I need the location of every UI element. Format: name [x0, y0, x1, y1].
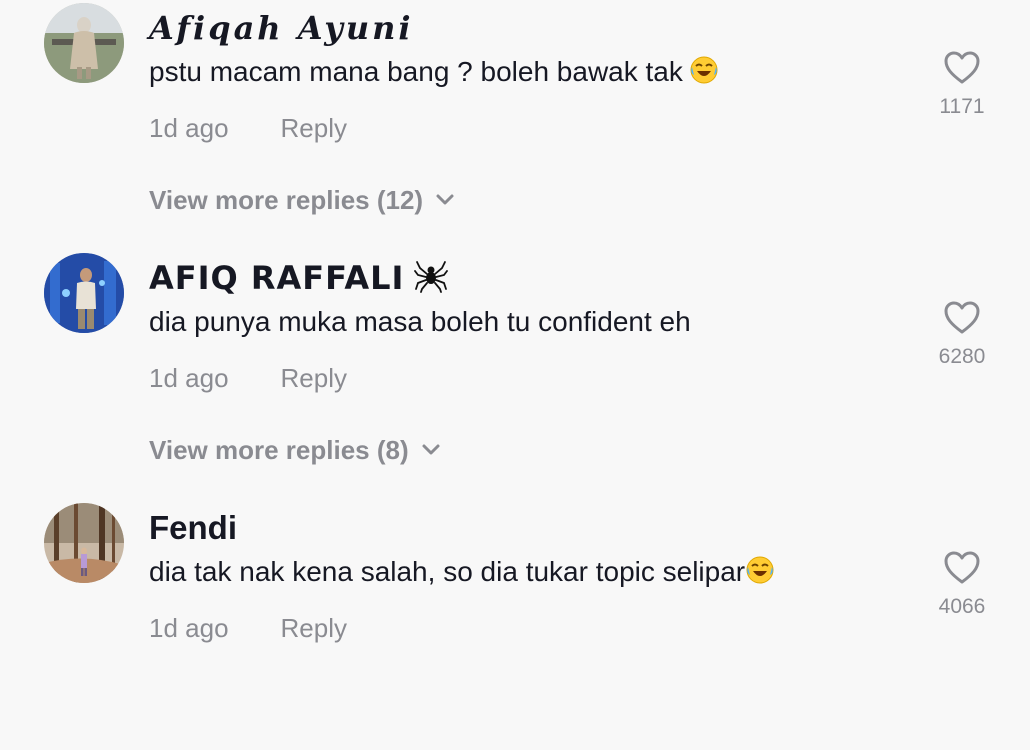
heart-icon[interactable]: [943, 300, 981, 336]
like-count: 4066: [938, 595, 986, 618]
avatar[interactable]: [44, 253, 124, 333]
comment-username[interactable]: Afiqah Ayuni: [149, 8, 414, 48]
comment-username[interactable]: AFIQ RAFFALI: [149, 258, 449, 298]
avatar[interactable]: [44, 503, 124, 583]
chevron-down-icon: [422, 444, 440, 455]
reply-button[interactable]: Reply: [281, 613, 347, 643]
comment-text-body: pstu macam mana bang ? boleh bawak tak: [149, 56, 683, 87]
like-button[interactable]: 1171: [920, 50, 1004, 120]
comment-time: 1d ago: [149, 613, 229, 643]
username-label: AFIQ RAFFALI: [149, 259, 405, 297]
comment-meta: 1d ago Reply: [149, 360, 347, 396]
laughing-tears-emoji-icon: [690, 56, 718, 84]
view-more-label: View more replies (12): [149, 185, 424, 215]
comment-text-body: dia tak nak kena salah, so dia tukar top…: [149, 556, 746, 587]
comment-time: 1d ago: [149, 113, 229, 143]
comment-text: pstu macam mana bang ? boleh bawak tak: [149, 52, 719, 92]
comment-item: AFIQ RAFFALI dia punya muka masa boleh t…: [0, 250, 1030, 500]
comment-username[interactable]: Fendi: [149, 508, 237, 548]
comment-meta: 1d ago Reply: [149, 610, 347, 646]
avatar[interactable]: [44, 3, 124, 83]
comment-item: Afiqah Ayuni pstu macam mana bang ? bole…: [0, 0, 1030, 250]
view-more-label: View more replies (8): [149, 435, 409, 465]
spider-icon: [414, 261, 449, 293]
chevron-down-icon: [436, 194, 454, 205]
comment-time: 1d ago: [149, 363, 229, 393]
like-count: 6280: [938, 345, 986, 368]
laughing-tears-emoji-icon: [746, 556, 774, 584]
like-button[interactable]: 4066: [920, 550, 1004, 620]
heart-icon[interactable]: [943, 550, 981, 586]
like-button[interactable]: 6280: [920, 300, 1004, 370]
view-more-replies-button[interactable]: View more replies (12): [149, 182, 455, 218]
heart-icon[interactable]: [943, 50, 981, 86]
comment-meta: 1d ago Reply: [149, 110, 347, 146]
comment-text: dia punya muka masa boleh tu confident e…: [149, 306, 691, 337]
comment-item: Fendi dia tak nak kena salah, so dia tuk…: [0, 500, 1030, 750]
view-more-replies-button[interactable]: View more replies (8): [149, 432, 441, 468]
like-count: 1171: [939, 95, 985, 118]
comment-text: dia tak nak kena salah, so dia tukar top…: [149, 552, 775, 592]
reply-button[interactable]: Reply: [281, 363, 347, 393]
reply-button[interactable]: Reply: [281, 113, 347, 143]
